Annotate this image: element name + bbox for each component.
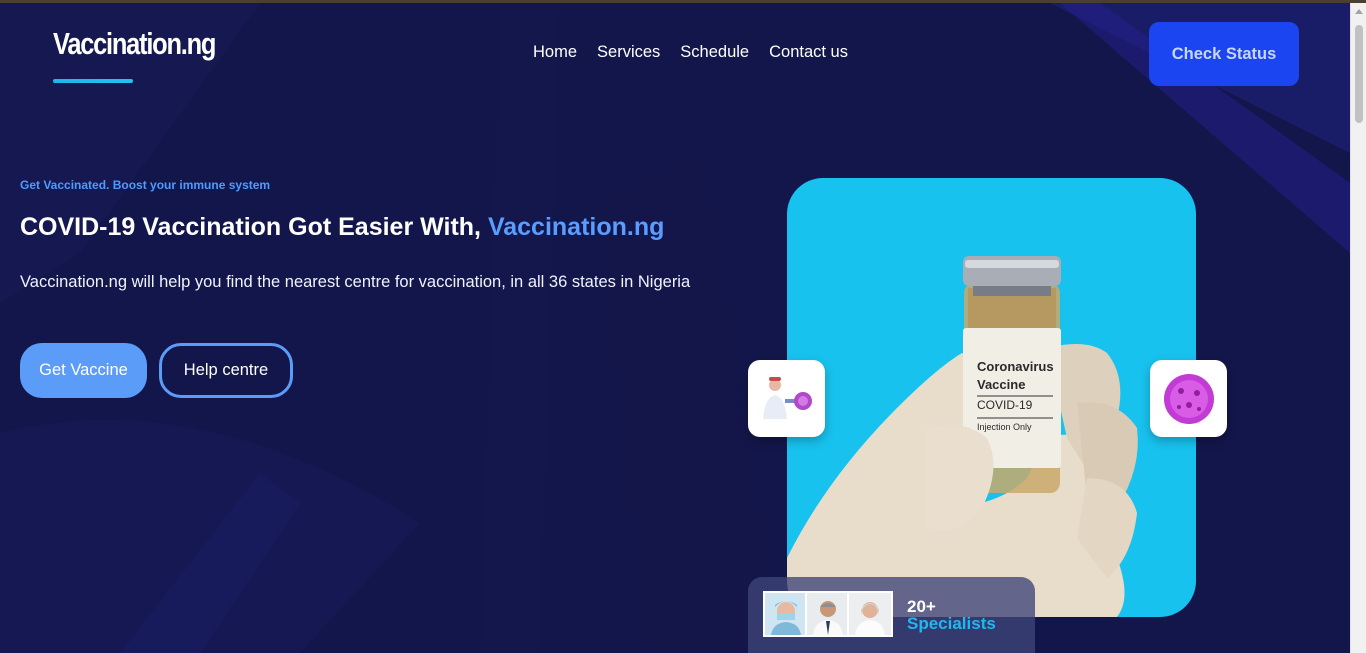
logo-underline [53,79,133,83]
virus-card [1150,360,1227,437]
hero-tagline: Get Vaccinated. Boost your immune system [20,178,271,192]
avatar [763,591,809,637]
vial-label-line4: Injection Only [977,422,1032,432]
headline-brand: Vaccination.ng [487,213,665,241]
avatar [847,591,893,637]
help-centre-button[interactable]: Help centre [159,343,293,398]
scroll-up-arrow-icon[interactable] [1355,9,1363,14]
vial-label-line3: COVID-19 [977,398,1033,412]
check-status-button[interactable]: Check Status [1149,22,1299,86]
vaccine-vial-illustration: Coronavirus Vaccine COVID-19 Injection O… [787,256,1138,617]
nav-schedule[interactable]: Schedule [680,43,749,62]
vial-label-line1: Coronavirus [977,359,1054,374]
nav-contact-us[interactable]: Contact us [769,43,848,62]
doctor-virus-icon [762,376,812,419]
vial-label-line2: Vaccine [977,377,1025,392]
headline-prefix: COVID-19 Vaccination Got Easier With, [20,213,488,241]
specialists-badge: 20+ Specialists [748,577,1035,653]
get-vaccine-button[interactable]: Get Vaccine [20,343,147,398]
virus-icon [1163,373,1214,424]
nav-home[interactable]: Home [533,43,577,62]
specialist-avatars [763,591,893,637]
hero-image-card: Coronavirus Vaccine COVID-19 Injection O… [787,178,1196,617]
scrollbar[interactable] [1350,3,1366,653]
hero-description: Vaccination.ng will help you find the ne… [20,273,691,291]
doctor-virus-card [748,360,825,437]
avatar [805,591,851,637]
main-nav: Home Services Schedule Contact us [533,43,848,62]
nav-services[interactable]: Services [597,43,660,62]
specialists-label: Specialists [907,614,996,633]
scroll-thumb[interactable] [1355,25,1363,123]
hero-headline: COVID-19 Vaccination Got Easier With, Va… [20,213,664,242]
site-logo[interactable]: Vaccination.ng [53,26,216,62]
